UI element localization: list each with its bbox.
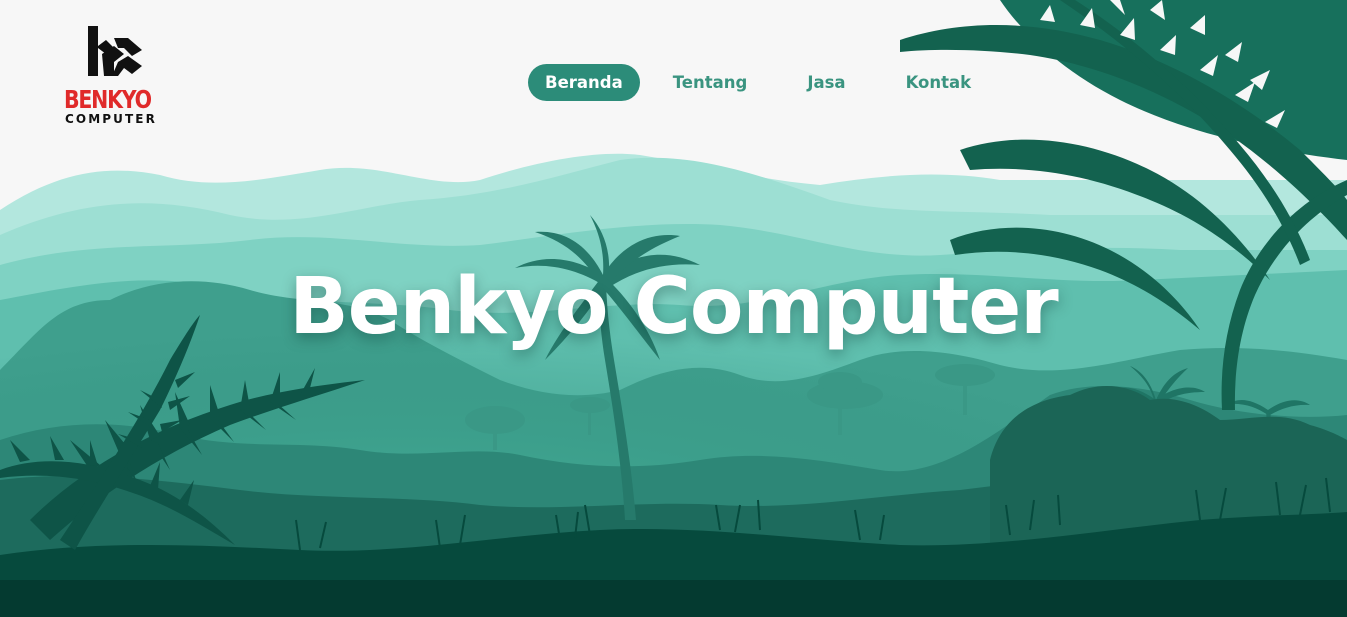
nav-item-jasa[interactable]: Jasa (790, 64, 862, 101)
hero-title: Benkyo Computer (289, 262, 1058, 352)
nav-item-kontak[interactable]: Kontak (889, 64, 989, 101)
nav-item-beranda[interactable]: Beranda (528, 64, 640, 101)
logo-sub-text: COMPUTER (65, 112, 157, 126)
site-logo[interactable]: BENKYO COMPUTER (62, 24, 172, 128)
site-header: BENKYO COMPUTER Beranda Tentang Jasa Kon… (0, 0, 1347, 130)
landing-page: BENKYO COMPUTER Beranda Tentang Jasa Kon… (0, 0, 1347, 617)
logo-brand-text: BENKYO (64, 85, 152, 114)
nav-item-tentang[interactable]: Tentang (656, 64, 765, 101)
ground-base (0, 580, 1347, 617)
main-nav: Beranda Tentang Jasa Kontak (528, 64, 997, 101)
bc-monogram-icon (88, 26, 142, 76)
